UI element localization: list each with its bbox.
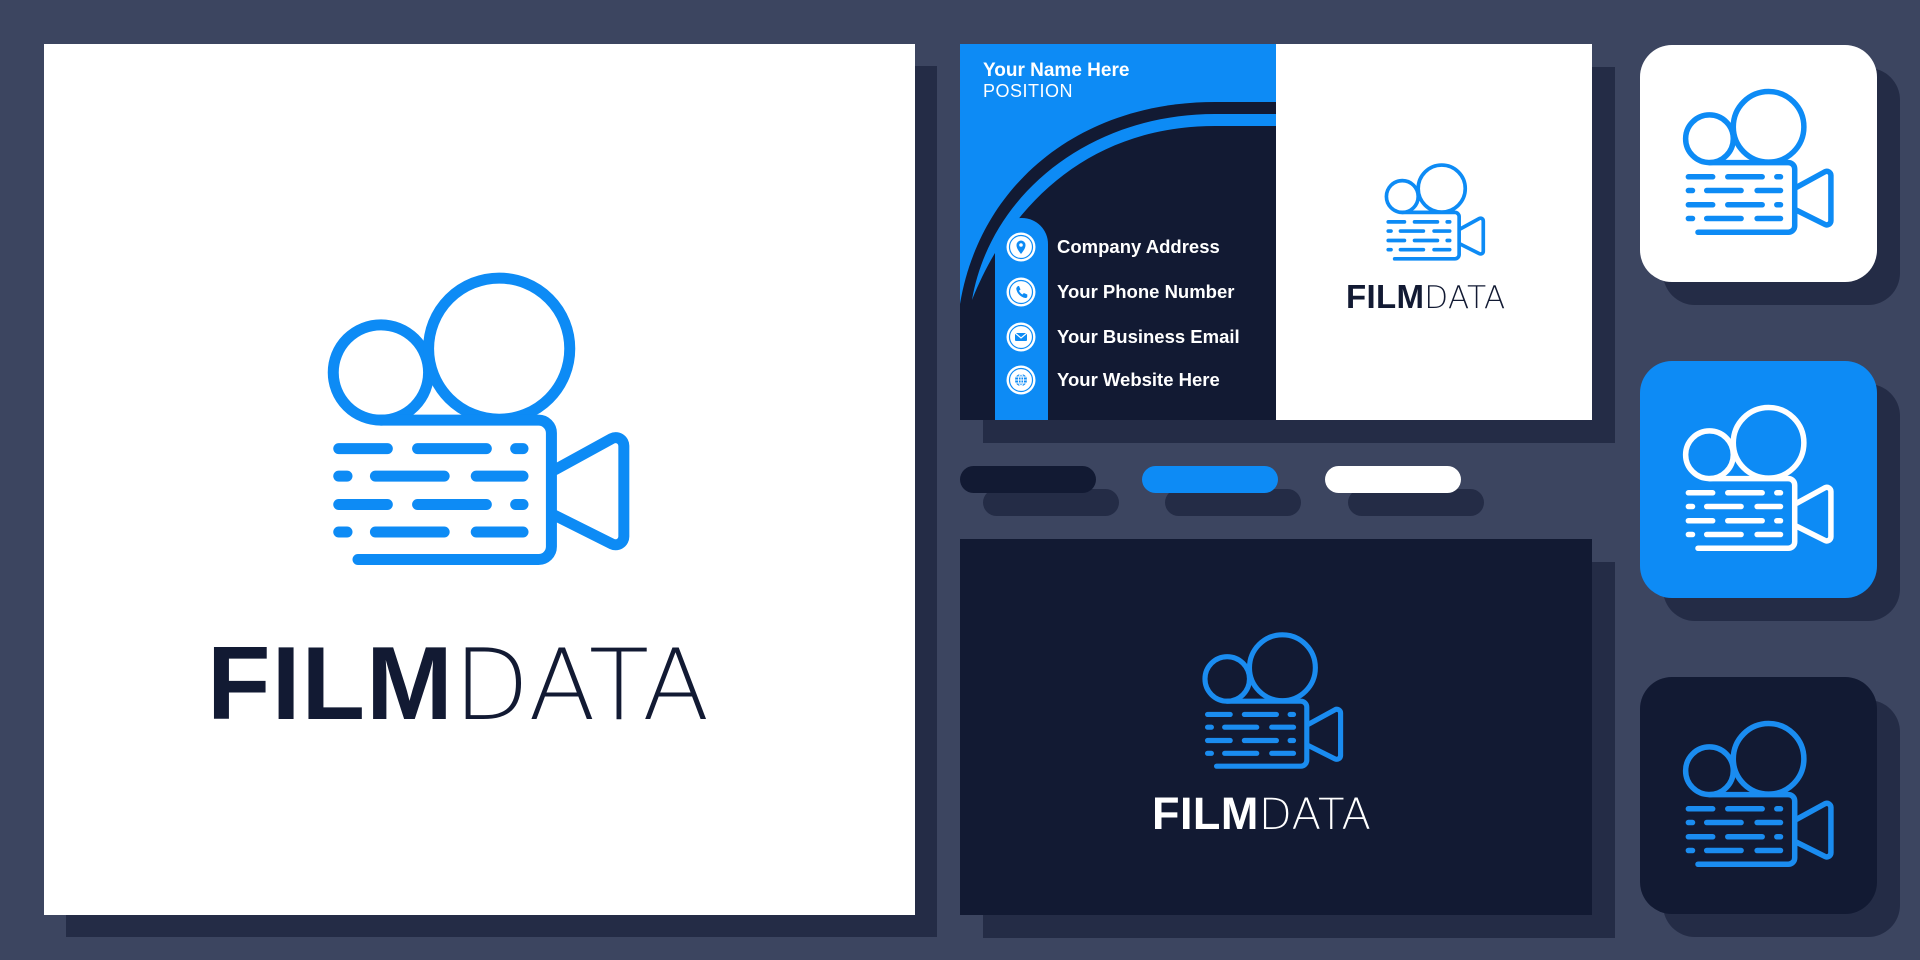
film-camera-logo-icon	[1380, 158, 1490, 268]
cardholder-name: Your Name Here	[983, 60, 1130, 81]
swatch-shadow	[1165, 489, 1301, 516]
business-card-back: FILMDATA	[960, 539, 1592, 915]
brand-name-bold: FILM	[207, 626, 454, 742]
cardholder-position: POSITION	[983, 81, 1074, 101]
contact-website: Your Website Here	[1057, 369, 1220, 390]
contact-address: Company Address	[1057, 236, 1220, 257]
film-camera-logo-icon	[314, 257, 644, 587]
film-camera-logo-icon	[1196, 625, 1350, 779]
brand-wordmark: FILMDATA	[1346, 280, 1505, 314]
brand-wordmark: FILMDATA	[1152, 791, 1371, 837]
film-camera-logo-icon	[1676, 397, 1841, 562]
location-pin-icon	[1006, 232, 1036, 262]
app-icon-blue	[1640, 361, 1877, 598]
swatch-shadow	[983, 489, 1119, 516]
brand-name-bold: FILM	[1152, 788, 1259, 839]
brand-name-light: DATA	[1258, 790, 1372, 840]
brand-wordmark: FILMDATA	[207, 632, 710, 736]
contact-row-website: Your Website Here	[1006, 365, 1220, 395]
contact-row-email: Your Business Email	[1006, 322, 1240, 352]
color-swatch-blue	[1142, 466, 1278, 493]
film-camera-logo-icon	[1676, 713, 1841, 878]
brand-name-light: DATA	[453, 629, 711, 743]
brand-name-light: DATA	[1424, 280, 1506, 316]
business-card-contact-panel: Your Name Here POSITION Company Address …	[960, 44, 1276, 420]
phone-icon	[1006, 277, 1036, 307]
main-logo-card: FILMDATA	[44, 44, 915, 915]
app-icon-dark	[1640, 677, 1877, 914]
color-swatch-navy	[960, 466, 1096, 493]
business-card-front: Your Name Here POSITION Company Address …	[960, 44, 1592, 420]
contact-row-address: Company Address	[1006, 232, 1220, 262]
business-card-logo-panel: FILMDATA	[1276, 44, 1592, 420]
contact-email: Your Business Email	[1057, 326, 1240, 347]
brand-name-bold: FILM	[1346, 278, 1425, 315]
contact-row-phone: Your Phone Number	[1006, 277, 1234, 307]
email-icon	[1006, 322, 1036, 352]
color-swatch-white	[1325, 466, 1461, 493]
swatch-shadow	[1348, 489, 1484, 516]
contact-phone: Your Phone Number	[1057, 281, 1235, 302]
app-icon-white	[1640, 45, 1877, 282]
globe-icon	[1006, 365, 1036, 395]
film-camera-logo-icon	[1676, 81, 1841, 246]
